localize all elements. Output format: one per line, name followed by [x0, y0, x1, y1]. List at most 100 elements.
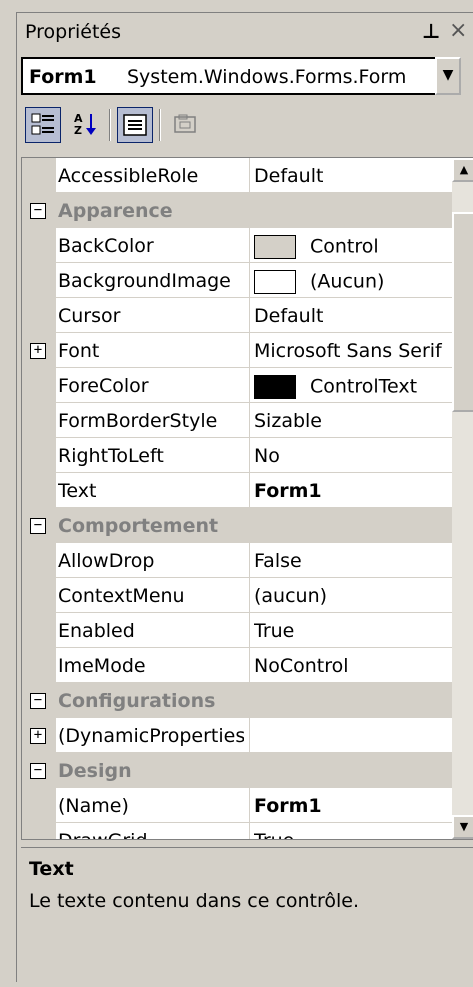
property-value[interactable]: Default: [254, 165, 452, 187]
scroll-up-icon[interactable]: ▲: [452, 158, 473, 182]
property-row[interactable]: ForeColor ControlText: [22, 368, 452, 403]
property-value[interactable]: Microsoft Sans Serif: [254, 340, 452, 362]
row-gutter: [22, 438, 56, 473]
property-name: BackColor: [58, 235, 154, 257]
close-icon[interactable]: ×: [449, 18, 467, 43]
vertical-scrollbar[interactable]: ▲ ▼: [452, 158, 473, 839]
row-gutter: [22, 788, 56, 823]
property-value[interactable]: ControlText: [254, 375, 452, 399]
property-value[interactable]: True: [254, 620, 452, 642]
column-divider: [249, 298, 250, 333]
property-name: AllowDrop: [58, 550, 155, 572]
property-row[interactable]: ImeMode NoControl: [22, 648, 452, 683]
property-row[interactable]: Cursor Default: [22, 298, 452, 333]
collapse-icon[interactable]: −: [30, 763, 46, 779]
property-row[interactable]: AccessibleRole Default: [22, 158, 452, 193]
property-value[interactable]: NoControl: [254, 655, 452, 677]
property-row[interactable]: + Font Microsoft Sans Serif: [22, 333, 452, 368]
toolbar-separator: [159, 109, 161, 141]
property-value-text: Microsoft Sans Serif: [254, 340, 442, 362]
column-divider: [249, 403, 250, 438]
properties-panel: Propriétés ⊥ × Form1 System.Windows.Form…: [16, 12, 473, 987]
property-value[interactable]: Form1: [254, 795, 452, 817]
property-name: (DynamicProperties: [58, 725, 244, 747]
row-gutter: [22, 368, 56, 403]
category-row[interactable]: − Configurations: [22, 683, 452, 718]
collapse-icon[interactable]: −: [30, 693, 46, 709]
property-value[interactable]: Default: [254, 305, 452, 327]
property-value[interactable]: True: [254, 830, 452, 839]
category-row[interactable]: − Comportement: [22, 508, 452, 543]
property-value[interactable]: (Aucun): [254, 270, 452, 294]
property-name: (Name): [58, 795, 129, 817]
property-value[interactable]: False: [254, 550, 452, 572]
column-divider: [249, 438, 250, 473]
description-text: Le texte contenu dans ce contrôle.: [29, 890, 360, 912]
property-value[interactable]: No: [254, 445, 452, 467]
property-row[interactable]: FormBorderStyle Sizable: [22, 403, 452, 438]
column-divider: [249, 473, 250, 508]
property-value-text: ControlText: [310, 375, 418, 398]
object-selector[interactable]: Form1 System.Windows.Forms.Form ▼: [21, 57, 461, 95]
property-row[interactable]: (Name) Form1: [22, 788, 452, 823]
property-value[interactable]: Sizable: [254, 410, 452, 432]
row-gutter: [22, 823, 56, 839]
row-gutter: [22, 263, 56, 298]
property-name: ContextMenu: [58, 585, 185, 607]
property-pages-icon[interactable]: [167, 107, 203, 143]
property-value[interactable]: (aucun): [254, 585, 452, 607]
categorized-icon[interactable]: [25, 107, 61, 143]
category-row[interactable]: − Design: [22, 753, 452, 788]
category-label: Apparence: [58, 200, 173, 222]
pin-icon[interactable]: ⊥: [422, 19, 440, 43]
property-name: FormBorderStyle: [58, 410, 218, 432]
collapse-icon[interactable]: −: [30, 518, 46, 534]
property-value-text: NoControl: [254, 655, 349, 677]
alphabetical-sort-icon[interactable]: A Z: [67, 107, 103, 143]
property-name: DrawGrid: [58, 830, 244, 839]
scroll-thumb[interactable]: [452, 212, 473, 412]
svg-text:Z: Z: [74, 124, 82, 137]
property-value-text: (Aucun): [310, 270, 385, 293]
property-value-text: No: [254, 445, 280, 467]
object-type: System.Windows.Forms.Form: [127, 66, 407, 88]
property-row[interactable]: ContextMenu (aucun): [22, 578, 452, 613]
dropdown-arrow-icon[interactable]: ▼: [435, 57, 461, 95]
category-label: Configurations: [58, 690, 216, 712]
color-swatch: [254, 270, 296, 294]
category-label: Design: [58, 760, 132, 782]
object-name: Form1: [29, 66, 97, 88]
property-value[interactable]: Form1: [254, 480, 452, 502]
property-name: Cursor: [58, 305, 121, 327]
property-name: Enabled: [58, 620, 135, 642]
property-name: Font: [58, 340, 100, 362]
collapse-icon[interactable]: −: [30, 203, 46, 219]
property-row[interactable]: + (DynamicProperties: [22, 718, 452, 753]
row-gutter: [22, 228, 56, 263]
property-value-text: True: [254, 620, 295, 642]
column-divider: [249, 578, 250, 613]
category-row[interactable]: − Apparence: [22, 193, 452, 228]
properties-view-icon[interactable]: [117, 107, 153, 143]
property-row[interactable]: DrawGrid True: [22, 823, 452, 839]
property-row[interactable]: Enabled True: [22, 613, 452, 648]
expand-icon[interactable]: +: [30, 343, 46, 359]
expand-icon[interactable]: +: [30, 728, 46, 744]
column-divider: [249, 543, 250, 578]
property-value-text: False: [254, 550, 302, 572]
property-name: AccessibleRole: [58, 165, 199, 187]
property-row[interactable]: AllowDrop False: [22, 543, 452, 578]
scroll-down-icon[interactable]: ▼: [452, 815, 473, 839]
column-divider: [249, 788, 250, 823]
property-row[interactable]: RightToLeft No: [22, 438, 452, 473]
row-gutter: [22, 473, 56, 508]
property-name: BackgroundImage: [58, 270, 231, 292]
row-gutter: [22, 578, 56, 613]
row-gutter: [22, 298, 56, 333]
property-row[interactable]: BackgroundImage (Aucun): [22, 263, 452, 298]
property-row[interactable]: Text Form1: [22, 473, 452, 508]
property-row[interactable]: BackColor Control: [22, 228, 452, 263]
property-value[interactable]: Control: [254, 235, 452, 259]
property-name: ForeColor: [58, 375, 149, 397]
description-title: Text: [29, 858, 74, 880]
